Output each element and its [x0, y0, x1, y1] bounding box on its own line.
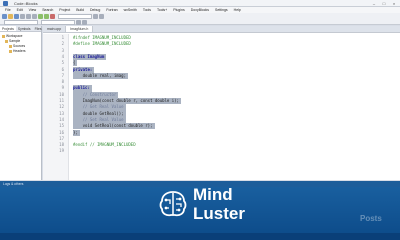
window-title: Code::Blocks: [14, 1, 38, 6]
stop-icon[interactable]: [50, 13, 55, 19]
run-icon[interactable]: [44, 13, 49, 19]
tab-projects[interactable]: Projects: [0, 26, 16, 31]
project-tree: Workspace Sample Sources Headers: [0, 32, 41, 56]
tab-main-cpp[interactable]: main.cpp: [43, 26, 67, 32]
brand-name-line1: Mind: [193, 185, 233, 204]
tab-symbols[interactable]: Symbols: [16, 26, 33, 31]
build-target-select[interactable]: [58, 13, 92, 19]
tab-imagnum-h[interactable]: ImagNum.h: [66, 26, 94, 32]
title-bar: Code::Blocks – □ ×: [0, 0, 400, 7]
open-folder-icon[interactable]: [8, 13, 13, 19]
step-icon[interactable]: [99, 13, 104, 19]
code-area[interactable]: 1 #ifndef IMAGNUM_INCLUDED 2 #define IMAGNU…: [43, 34, 400, 180]
management-panel: Projects Symbols Files Workspace Sample …: [0, 26, 42, 180]
save-icon[interactable]: [14, 13, 19, 19]
ide-window: Code::Blocks – □ × File Edit View Search Pro…: [0, 0, 400, 240]
maximize-icon[interactable]: □: [381, 1, 387, 6]
brain-icon: [159, 191, 187, 217]
toolbar: [0, 13, 400, 25]
debug-icon[interactable]: [93, 13, 98, 19]
close-icon[interactable]: ×: [391, 1, 397, 6]
tab-files[interactable]: Files: [33, 26, 44, 31]
editor-tabs: main.cpp ImagNum.h: [43, 26, 400, 33]
brand-name-line2: Luster: [193, 204, 245, 223]
corner-watermark: Posts: [360, 214, 382, 223]
minimize-icon[interactable]: –: [371, 1, 377, 6]
bookmark-icon[interactable]: [82, 19, 87, 25]
brand-watermark: Mind Luster: [157, 184, 267, 224]
undo-icon[interactable]: [26, 13, 31, 19]
function-select[interactable]: [41, 19, 75, 25]
find-icon[interactable]: [76, 19, 81, 25]
redo-icon[interactable]: [32, 13, 37, 19]
folder-icon: [9, 50, 12, 53]
folder-icon: [9, 45, 12, 48]
new-file-icon[interactable]: [2, 13, 7, 19]
code-line[interactable]: 19: [43, 148, 400, 154]
project-icon: [5, 40, 8, 43]
tree-item-headers[interactable]: Headers: [2, 49, 39, 54]
build-icon[interactable]: [38, 13, 43, 19]
scope-select[interactable]: [4, 19, 38, 25]
window-controls: – □ ×: [371, 1, 397, 6]
line-number: 19: [59, 148, 64, 154]
app-icon: [3, 1, 8, 6]
code-editor: main.cpp ImagNum.h 1 #ifndef IMAGNUM_INCL…: [43, 26, 400, 180]
status-bar: [0, 233, 400, 240]
workspace-icon: [2, 35, 5, 38]
save-all-icon[interactable]: [20, 13, 25, 19]
